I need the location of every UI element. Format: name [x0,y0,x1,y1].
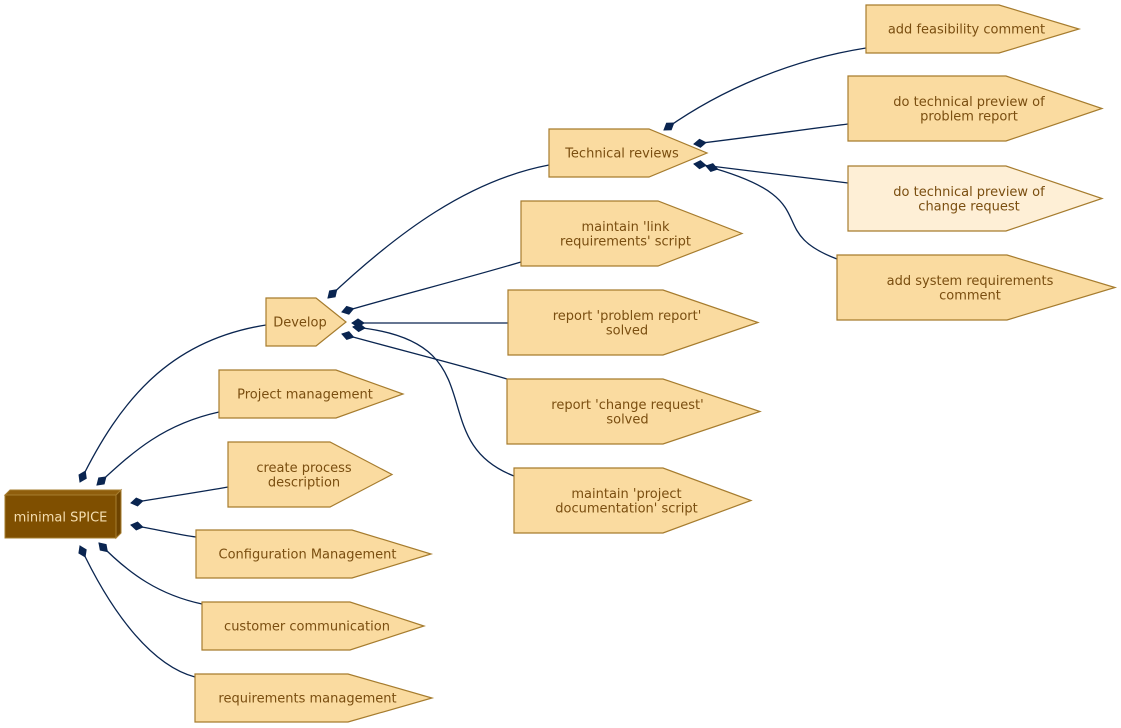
process-label: customer communication [224,620,390,635]
root-node[interactable]: minimal SPICE [3,488,123,540]
process-node-technical-reviews[interactable]: Technical reviews [548,128,709,178]
process-label: requirements management [218,692,396,707]
process-label: add system requirements [887,274,1054,289]
process-label: comment [939,288,1001,303]
process-node-configuration-management[interactable]: Configuration Management [195,529,434,579]
process-label: documentation' script [555,501,697,516]
process-node-requirements-management[interactable]: requirements management [194,673,435,723]
process-label: change request [918,199,1019,214]
process-node-report-change-request-solved[interactable]: report 'change request'solved [506,378,762,445]
process-label: Project management [237,388,373,403]
process-label: report 'problem report' [553,309,702,324]
edge-project-management [96,411,220,486]
process-label: maintain 'project [571,487,681,502]
root-node-top-face [3,489,123,496]
process-label: add feasibility comment [888,23,1045,38]
process-node-customer-communication[interactable]: customer communication [201,601,426,651]
edge-do-technical-preview-of-change-request [693,163,849,184]
process-label: Configuration Management [219,548,397,563]
process-node-maintain-project-documentation-script[interactable]: maintain 'projectdocumentation' script [513,467,753,534]
process-node-project-management[interactable]: Project management [218,369,405,419]
process-label: description [268,475,340,490]
edge-requirements-management [79,545,196,678]
process-label: Technical reviews [564,147,679,162]
process-node-do-technical-preview-of-change-request[interactable]: do technical preview ofchange request [847,165,1104,232]
composition-diamond-icon [341,331,355,341]
composition-diamond-icon [341,305,355,315]
process-diagram: minimal SPICE Develop Project management cr… [3,4,1118,723]
composition-diamond-icon [663,122,675,131]
process-label: create process [256,461,352,476]
edge-do-technical-preview-of-problem-report [693,123,849,145]
root-node-label: minimal SPICE [14,511,108,526]
process-label: solved [606,412,648,427]
process-node-report-problem-report-solved[interactable]: report 'problem report'solved [507,289,760,356]
composition-diamond-icon [130,521,144,531]
process-node-develop[interactable]: Develop [265,297,347,347]
composition-diamond-icon [130,497,144,507]
process-label: Develop [273,316,327,331]
edge-technical-reviews [327,164,550,299]
process-label: do technical preview of [893,95,1045,110]
process-node-create-process-description[interactable]: create processdescription [227,441,394,508]
nodes-layer: minimal SPICE Develop Project management cr… [3,4,1118,723]
process-label: do technical preview of [893,185,1045,200]
process-label: problem report [920,109,1018,124]
composition-diamond-icon [693,138,707,148]
edge-add-system-requirements-comment [705,165,838,260]
edge-report-change-request-solved [341,333,508,380]
process-label: requirements' script [560,234,691,249]
edge-maintain-link-requirements-script [341,261,522,313]
composition-diamond-icon [78,470,87,483]
composition-diamond-icon [693,160,707,170]
process-label: solved [606,323,648,338]
process-node-maintain-link-requirements-script[interactable]: maintain 'linkrequirements' script [520,200,744,267]
composition-diamond-icon [78,545,87,558]
composition-diamond-icon [705,163,719,173]
process-node-do-technical-preview-of-problem-report[interactable]: do technical preview ofproblem report [847,75,1104,142]
edge-create-process-description [130,486,229,504]
process-label: maintain 'link [581,220,670,235]
process-node-add-system-requirements-comment[interactable]: add system requirementscomment [836,254,1118,321]
edge-add-feasibility-comment [663,47,867,131]
edges-layer [78,47,867,678]
edge-customer-communication [98,542,203,605]
process-node-add-feasibility-comment[interactable]: add feasibility comment [865,4,1082,54]
process-label: report 'change request' [551,398,703,413]
root-node-side-face [115,488,122,540]
